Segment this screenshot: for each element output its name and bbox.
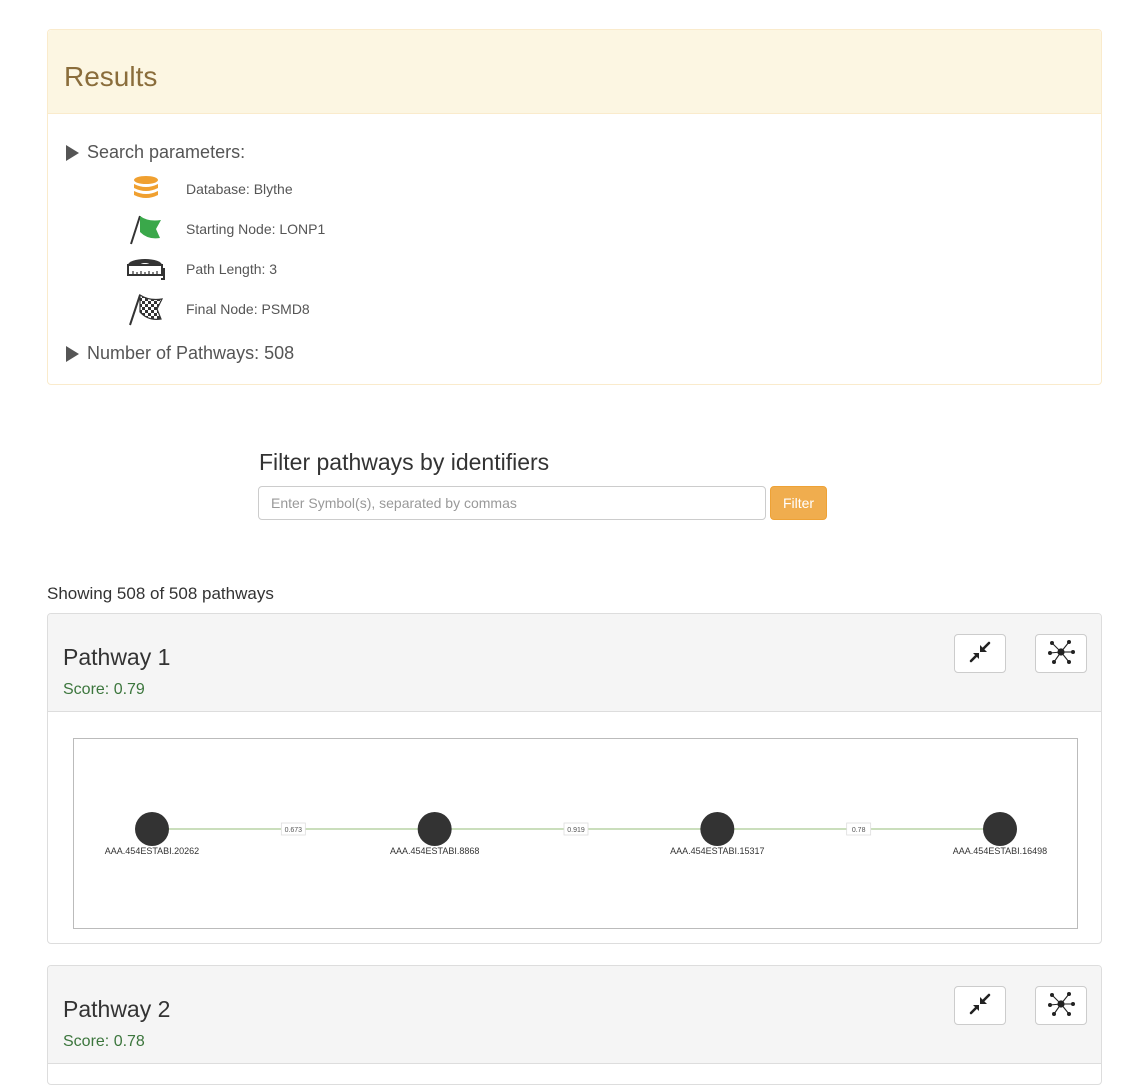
results-title: Results — [64, 61, 158, 92]
green-flag-icon — [126, 211, 166, 247]
param-database: Database: Blythe — [126, 171, 293, 207]
compress-icon — [968, 640, 992, 667]
filter-button[interactable]: Filter — [770, 486, 827, 520]
showing-count-text: Showing 508 of 508 pathways — [47, 584, 274, 603]
pathway-title: Pathway 2 — [63, 996, 171, 1022]
pathway-score: Score: 0.78 — [63, 1033, 145, 1050]
results-panel: Results Search parameters: Database: Bly… — [47, 29, 1102, 385]
edge-weight-label: 0.673 — [285, 827, 303, 834]
network-view-button[interactable] — [1035, 634, 1087, 673]
edge-weight-label: 0.919 — [567, 827, 585, 834]
pathway-graph-canvas: 0.673 0.919 0.78 AAA.454ESTABI.20262 AAA.454… — [105, 812, 1047, 856]
edge-weight-label: 0.78 — [852, 827, 866, 834]
pathway-graph[interactable]: 0.673 0.919 0.78 AAA.454ESTABI.20262 AAA.454… — [73, 738, 1078, 929]
expand-triangle-icon — [66, 345, 79, 362]
pathway-score: Score: 0.79 — [63, 681, 145, 698]
param-starting-node-text: Starting Node: LONP1 — [186, 221, 326, 237]
expand-triangle-icon — [66, 144, 79, 161]
filter-input[interactable] — [258, 486, 766, 520]
param-path-length-text: Path Length: 3 — [186, 261, 278, 277]
param-path-length: Path Length: 3 — [126, 251, 277, 287]
graph-node-label: AAA.454ESTABI.20262 — [105, 846, 199, 856]
graph-node-label: AAA.454ESTABI.15317 — [670, 846, 764, 856]
collapse-button[interactable] — [954, 634, 1006, 673]
pathway-title: Pathway 1 — [63, 644, 171, 670]
graph-node[interactable] — [700, 812, 735, 846]
network-view-button[interactable] — [1035, 986, 1087, 1025]
param-starting-node: Starting Node: LONP1 — [126, 211, 325, 247]
network-icon — [1046, 639, 1076, 668]
network-icon — [1046, 991, 1076, 1020]
param-database-text: Database: Blythe — [186, 181, 293, 197]
pathway-count-toggle[interactable]: Number of Pathways: 508 — [66, 343, 294, 364]
filter-title: Filter pathways by identifiers — [259, 449, 550, 475]
param-final-node: Final Node: PSMD8 — [126, 291, 310, 327]
pathway-heading: Pathway 2 Score: 0.78 — [48, 966, 1101, 1064]
graph-node[interactable] — [417, 812, 452, 846]
database-icon — [126, 171, 166, 207]
graph-node[interactable] — [135, 812, 169, 846]
results-heading: Results — [48, 30, 1101, 114]
graph-node-label: AAA.454ESTABI.8868 — [390, 846, 479, 856]
search-parameters-label: Search parameters: — [87, 142, 246, 162]
graph-node[interactable] — [983, 812, 1017, 846]
collapse-button[interactable] — [954, 986, 1006, 1025]
pathway-panel: Pathway 1 Score: 0.79 0.673 0.919 0.78 A… — [47, 613, 1102, 944]
pathway-panel: Pathway 2 Score: 0.78 — [47, 965, 1102, 1085]
pathway-heading: Pathway 1 Score: 0.79 — [48, 614, 1101, 712]
compress-icon — [968, 992, 992, 1019]
checkered-flag-icon — [126, 291, 166, 327]
search-parameters-toggle[interactable]: Search parameters: — [66, 142, 245, 163]
pathway-count-label: Number of Pathways: 508 — [87, 343, 295, 363]
param-final-node-text: Final Node: PSMD8 — [186, 301, 310, 317]
tape-measure-icon — [126, 251, 166, 287]
graph-node-label: AAA.454ESTABI.16498 — [953, 846, 1047, 856]
